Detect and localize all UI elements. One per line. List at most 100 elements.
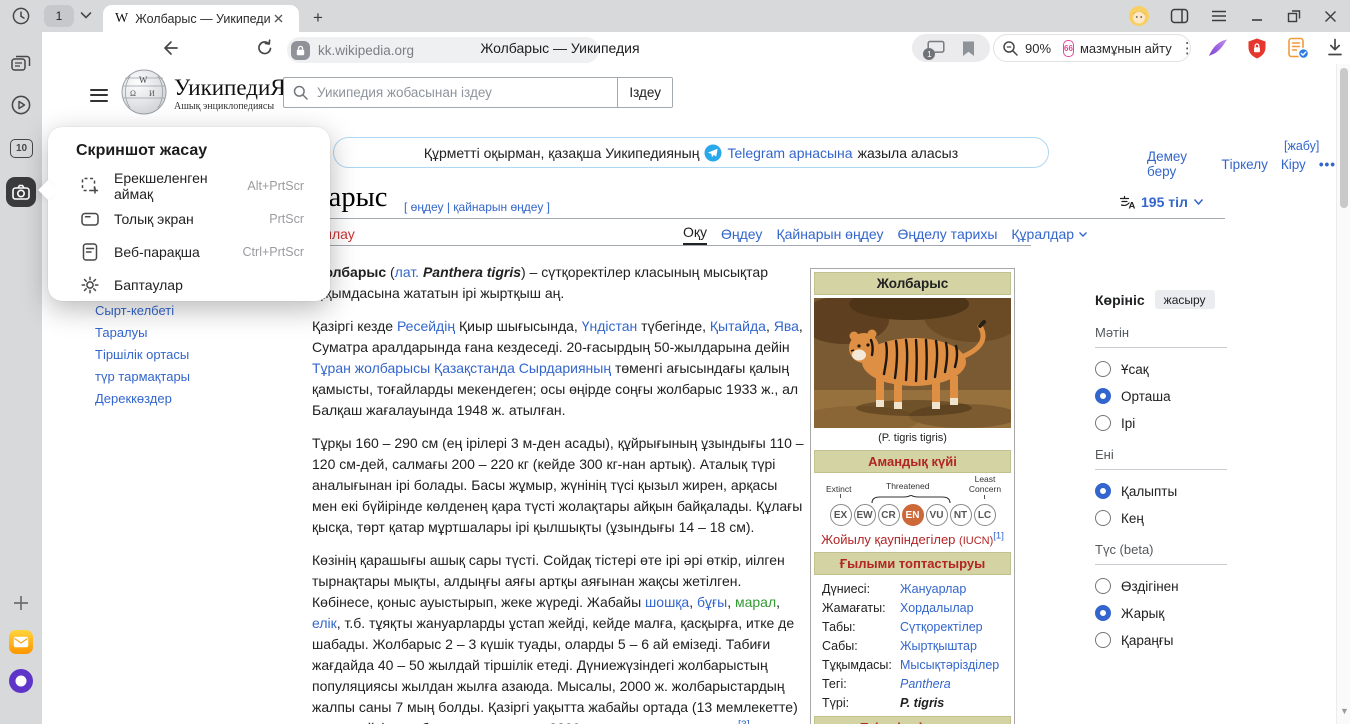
appearance-option[interactable]: Жарық (1095, 605, 1227, 621)
protect-shield-icon[interactable] (1246, 37, 1268, 60)
bookmark-icon[interactable] (961, 40, 976, 57)
wiki-menu-hamburger-icon[interactable] (90, 85, 108, 105)
back-icon[interactable] (160, 38, 180, 58)
search-button[interactable]: Іздеу (617, 78, 672, 107)
screenshot-tool-icon[interactable] (6, 177, 36, 207)
tab-Құралдар[interactable]: Құралдар (1011, 226, 1088, 245)
top-link[interactable]: Кіру (1281, 157, 1306, 172)
notes-icon[interactable] (10, 53, 32, 75)
menu-item-3[interactable]: Веб-парақшаCtrl+PrtScr (48, 235, 330, 268)
taxonomy-value[interactable]: Хордалылар (900, 601, 974, 615)
tab-close-icon[interactable] (273, 13, 284, 24)
top-link[interactable]: Демеу беру (1147, 149, 1208, 179)
article-link[interactable]: елік (312, 615, 337, 631)
lock-icon[interactable] (291, 41, 310, 60)
more-options-link[interactable]: ••• (1319, 157, 1336, 172)
scrollbar-down-arrow[interactable]: ▼ (1340, 706, 1349, 716)
side-panel-icon[interactable] (1165, 2, 1193, 30)
toc-item[interactable]: Сырт-келбеті (95, 300, 190, 322)
search-input[interactable] (315, 84, 617, 101)
taxonomy-value[interactable]: Panthera (900, 677, 951, 691)
iucn-link[interactable]: (IUCN) (959, 535, 993, 547)
article-link[interactable]: Ресейдің (397, 318, 455, 334)
toc-item[interactable]: түр тармақтары (95, 366, 190, 388)
taxonomy-value[interactable]: Жануарлар (900, 582, 966, 596)
browser-tab[interactable]: W Жолбарыс — Уикипеди (103, 5, 299, 32)
taxonomy-value[interactable]: Сүтқоректілер (900, 620, 983, 634)
radio-selected[interactable] (1095, 605, 1111, 621)
close-button[interactable] (1316, 2, 1344, 30)
article-link[interactable]: Үндістан (582, 318, 638, 334)
top-link[interactable]: Тіркелу (1221, 157, 1268, 172)
wikipedia-wordmark[interactable]: УикипедиЯ Ашық энциклопедиясы (174, 76, 286, 112)
read-aloud-button[interactable]: мазмұнын айту (1080, 41, 1172, 56)
menu-item-1[interactable]: Ерекшеленген аймақAlt+PrtScr (48, 169, 330, 202)
article-link[interactable]: Ява (774, 318, 799, 334)
tab-group-counter[interactable]: 10 (10, 139, 33, 158)
radio-unselected[interactable] (1095, 632, 1111, 648)
video-play-icon[interactable] (10, 94, 32, 116)
more-actions-icon[interactable]: ⋮ (1180, 39, 1195, 57)
taxonomy-value[interactable]: Мысықтәрізділер (900, 658, 999, 672)
article-link[interactable]: Қазақстанда (434, 360, 515, 376)
toc-item[interactable]: Дереккөздер (95, 388, 190, 410)
tab-Өңдеу[interactable]: Өңдеу (721, 226, 762, 245)
article-link[interactable]: Сырдарияның (519, 360, 611, 376)
reference-1[interactable]: [1] (993, 531, 1004, 542)
appearance-option[interactable]: Орташа (1095, 388, 1227, 404)
menu-item-2[interactable]: Толық экранPrtScr (48, 202, 330, 235)
radio-unselected[interactable] (1095, 415, 1111, 431)
article-link[interactable]: Қытайда (710, 318, 766, 334)
article-link[interactable]: шошқа (645, 594, 689, 610)
zoom-level[interactable]: 90% (1025, 41, 1051, 56)
radio-selected[interactable] (1095, 388, 1111, 404)
comments-bubble-icon[interactable]: 1 (926, 38, 946, 58)
tab-Өңделу тарихы[interactable]: Өңделу тарихы (898, 226, 998, 245)
appearance-option[interactable]: Ірі (1095, 415, 1227, 431)
article-link[interactable]: Тұран жолбарысы (312, 360, 430, 376)
reference-link[interactable]: [3] (738, 718, 750, 724)
scrollbar[interactable]: ▼ (1336, 64, 1350, 724)
wikipedia-logo-globe[interactable]: W Ω И (120, 68, 168, 116)
tab-counter[interactable]: 1 (44, 5, 74, 27)
document-check-icon[interactable] (1286, 37, 1310, 60)
status-caption-text[interactable]: Жойылу қаупіндегілер (821, 532, 955, 547)
toc-item[interactable]: Таралуы (95, 322, 190, 344)
new-tab-button[interactable]: + (306, 6, 330, 30)
appearance-option[interactable]: Ұсақ (1095, 361, 1227, 377)
radio-unselected[interactable] (1095, 578, 1111, 594)
menu-hamburger-icon[interactable] (1205, 2, 1233, 30)
yandex-mail-icon[interactable] (9, 630, 33, 654)
download-icon[interactable] (1326, 38, 1344, 57)
radio-selected[interactable] (1095, 483, 1111, 499)
history-clock-icon[interactable] (11, 6, 31, 26)
language-selector[interactable]: A 195 тіл (1118, 194, 1204, 210)
menu-item-4[interactable]: Баптаулар (48, 268, 330, 301)
zoom-magnifier-icon[interactable] (1002, 40, 1019, 57)
tab-Қайнарын өңдеу[interactable]: Қайнарын өңдеу (776, 226, 883, 245)
tab-Оқу[interactable]: Оқу (683, 224, 707, 245)
article-link[interactable]: лат. (395, 264, 419, 280)
add-panel-icon[interactable] (12, 594, 30, 612)
appearance-option[interactable]: Кең (1095, 510, 1227, 526)
restore-button[interactable] (1280, 2, 1308, 30)
yandex-pen-icon[interactable] (1206, 37, 1230, 59)
article-link[interactable]: марал (735, 594, 776, 610)
banner-close-link[interactable]: [жабу] (1284, 139, 1319, 153)
article-link[interactable]: бұғы (697, 594, 727, 610)
toc-item[interactable]: Тіршілік ортасы (95, 344, 190, 366)
telegram-link[interactable]: Telegram арнасына (727, 145, 852, 161)
appearance-option[interactable]: Қалыпты (1095, 483, 1227, 499)
tabs-chevron-icon[interactable] (79, 10, 93, 20)
appearance-hide-button[interactable]: жасыру (1155, 290, 1215, 309)
taxonomy-value[interactable]: Жыртқыштар (900, 639, 977, 653)
appearance-option[interactable]: Қараңғы (1095, 632, 1227, 648)
tiger-photo[interactable] (814, 298, 1011, 428)
minimize-button[interactable] (1243, 2, 1271, 30)
reload-icon[interactable] (255, 38, 275, 58)
appearance-option[interactable]: Өздігінен (1095, 578, 1227, 594)
title-edit-links[interactable]: [ өңдеу | қайнарын өңдеу ] (404, 200, 550, 214)
scrollbar-thumb[interactable] (1340, 68, 1348, 208)
alice-assistant-icon[interactable] (9, 669, 33, 693)
profile-avatar[interactable] (1125, 2, 1153, 30)
